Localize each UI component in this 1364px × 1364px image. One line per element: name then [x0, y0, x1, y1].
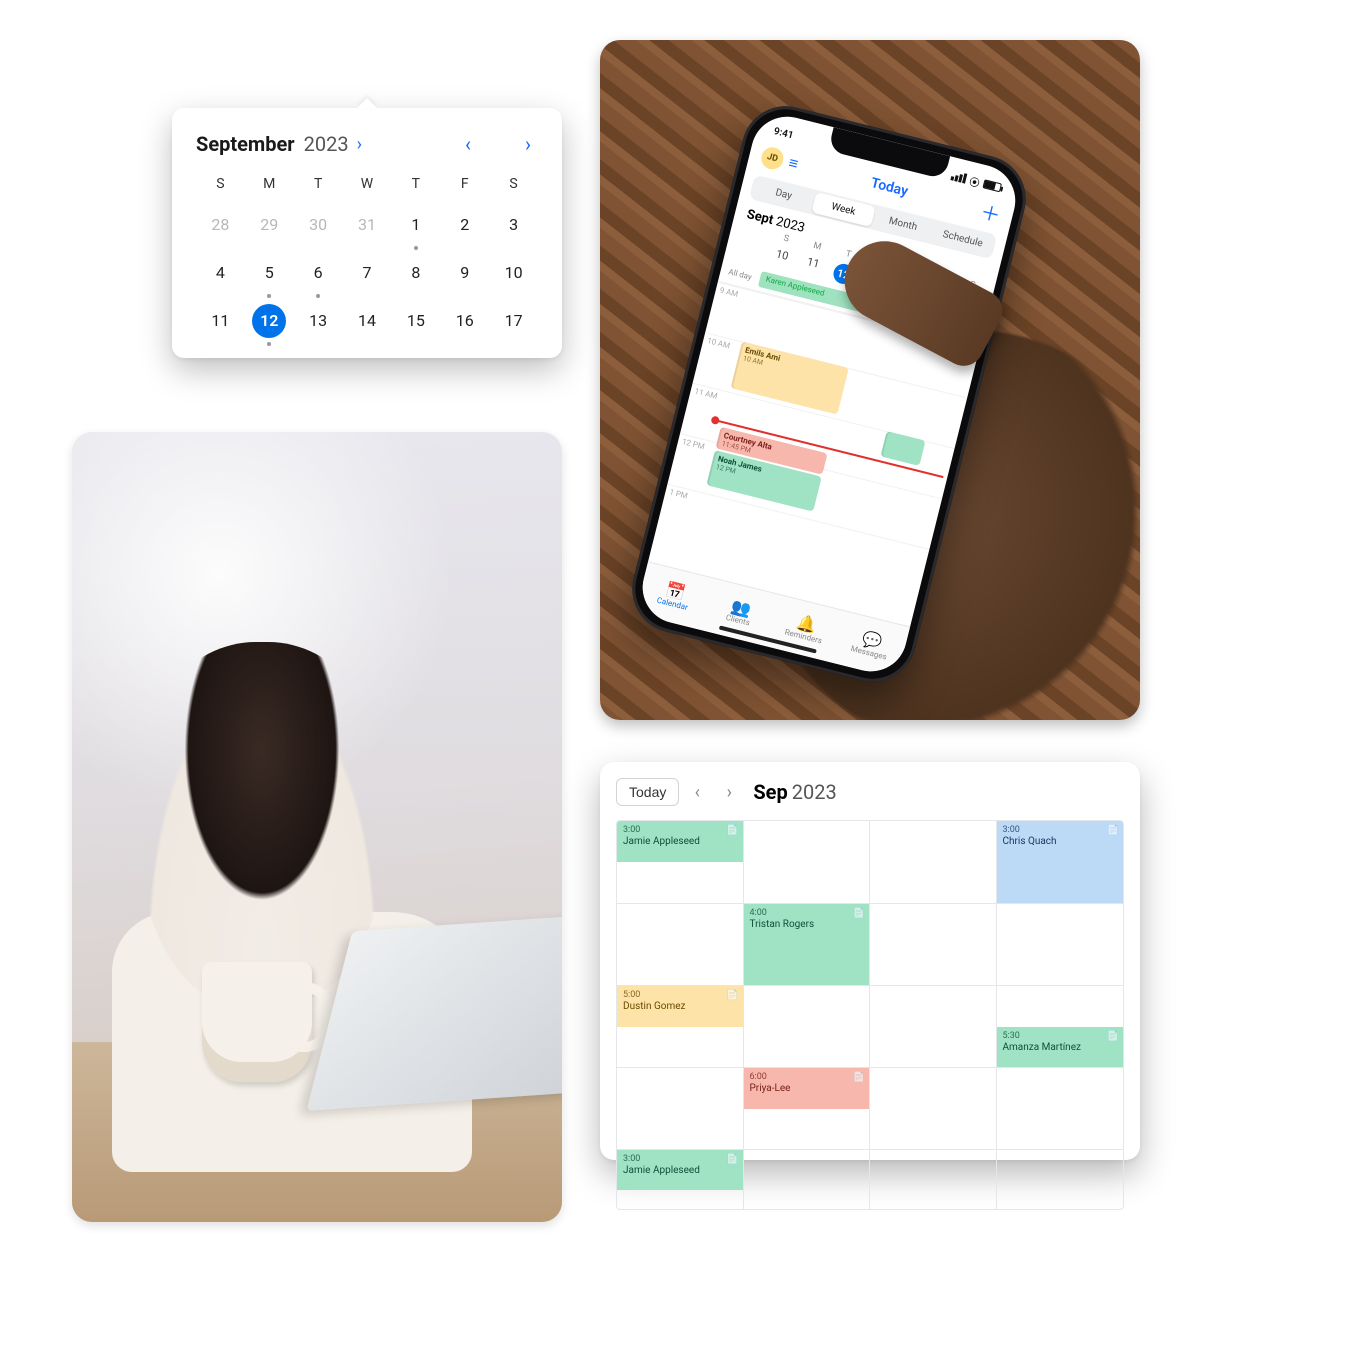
date-cell[interactable]: 29	[245, 210, 294, 240]
today-button[interactable]: Today	[616, 778, 679, 806]
weekview-cell[interactable]	[744, 821, 871, 903]
weekview-cell[interactable]	[617, 903, 744, 985]
calendar-event[interactable]: 6:00Priya-Lee📄	[744, 1068, 870, 1109]
weekview-cell[interactable]: 5:00Dustin Gomez📄	[617, 985, 744, 1067]
signal-icon	[950, 170, 967, 183]
popover-header: September 2023 › ‹ ›	[196, 132, 538, 156]
date-cell[interactable]: 5	[245, 258, 294, 288]
dow-label: M	[245, 176, 294, 192]
weekview-title: Sep2023	[753, 780, 836, 804]
dow-label: S	[196, 176, 245, 192]
weekview-cell[interactable]	[997, 1149, 1124, 1209]
dow-label: S	[489, 176, 538, 192]
date-cell[interactable]: 31	[343, 210, 392, 240]
filter-icon[interactable]: ≡	[787, 152, 801, 174]
tab-messages[interactable]: 💬Messages	[832, 611, 910, 679]
weekview-cell[interactable]	[997, 1067, 1124, 1149]
prev-month-button[interactable]: ‹	[458, 132, 478, 156]
dow-label: W	[343, 176, 392, 192]
weekview-cell[interactable]	[870, 985, 997, 1067]
date-cell[interactable]: 1	[391, 210, 440, 240]
weekview-header: Today ‹ › Sep2023	[616, 778, 1124, 806]
weekview-cell[interactable]	[744, 985, 871, 1067]
calendar-event[interactable]: 5:00Dustin Gomez📄	[617, 986, 743, 1027]
weekview-cell[interactable]: 3:00Jamie Appleseed📄	[617, 821, 744, 903]
weekview-cell[interactable]: 3:00Jamie Appleseed📄	[617, 1149, 744, 1209]
dow-label: F	[440, 176, 489, 192]
weekview-cell[interactable]	[870, 821, 997, 903]
add-button[interactable]: ＋	[978, 196, 1004, 229]
weekview-card: Today ‹ › Sep2023 3:00Jamie Appleseed📄 3:…	[600, 762, 1140, 1160]
tab-clients[interactable]: 👥Clients	[701, 579, 779, 647]
status-time: 9:41	[773, 126, 795, 141]
date-cell[interactable]: 4	[196, 258, 245, 288]
weekview-cell[interactable]	[870, 903, 997, 985]
date-cell[interactable]: 8	[391, 258, 440, 288]
calendar-event[interactable]: Emils Ami10 AM	[731, 341, 849, 414]
date-cell[interactable]: 12	[245, 306, 294, 336]
date-grid: 282930311234567891011121314151617	[196, 210, 538, 336]
calendar-event[interactable]: 4:00Tristan Rogers📄	[744, 904, 870, 985]
month-popover: September 2023 › ‹ › SMTWTFS 28293031123…	[172, 108, 562, 358]
weekview-cell[interactable]	[997, 903, 1124, 985]
day-of-week-row: SMTWTFS	[196, 176, 538, 192]
calendar-event[interactable]: 3:00Jamie Appleseed📄	[617, 1150, 743, 1190]
popover-title[interactable]: September 2023	[196, 132, 349, 156]
calendar-event[interactable]: 5:30Amanza Martínez📄	[997, 1027, 1124, 1068]
dow-label: T	[294, 176, 343, 192]
dow-label: T	[391, 176, 440, 192]
weekview-cell[interactable]	[870, 1067, 997, 1149]
date-cell[interactable]: 9	[440, 258, 489, 288]
date-cell[interactable]: 16	[440, 306, 489, 336]
date-cell[interactable]: 30	[294, 210, 343, 240]
weekview-cell[interactable]	[870, 1149, 997, 1209]
chevron-right-icon[interactable]: ›	[357, 134, 362, 155]
photo-person-laptop	[72, 432, 562, 1222]
avatar[interactable]: JD	[759, 144, 786, 171]
popover-nav: ‹ ›	[458, 132, 538, 156]
date-cell[interactable]: 11	[196, 306, 245, 336]
popover-year: 2023	[304, 132, 349, 156]
popover-month: September	[196, 132, 295, 156]
date-cell[interactable]: 13	[294, 306, 343, 336]
weekview-cell[interactable]: 6:00Priya-Lee📄	[744, 1067, 871, 1149]
calendar-event[interactable]	[880, 431, 925, 466]
wifi-icon: ⦿	[968, 172, 981, 189]
weekview-cell[interactable]: 3:00Chris Quach📄	[997, 821, 1124, 903]
date-cell[interactable]: 6	[294, 258, 343, 288]
weekview-cell[interactable]	[744, 1149, 871, 1209]
date-cell[interactable]: 15	[391, 306, 440, 336]
photo-phone-in-hand: 9:41 ⦿ JD ≡ Today ＋ DayWeekMonthSchedule…	[600, 40, 1140, 720]
weekview-cell[interactable]	[617, 1067, 744, 1149]
date-cell[interactable]: 28	[196, 210, 245, 240]
date-cell[interactable]: 10	[489, 258, 538, 288]
next-week-button[interactable]: ›	[715, 782, 743, 803]
prev-week-button[interactable]: ‹	[683, 782, 711, 803]
weekview-cell[interactable]: 4:00Tristan Rogers📄	[744, 903, 871, 985]
weekview-grid: 3:00Jamie Appleseed📄 3:00Chris Quach📄 4:00…	[616, 820, 1124, 1210]
date-cell[interactable]: 3	[489, 210, 538, 240]
date-cell[interactable]: 2	[440, 210, 489, 240]
battery-icon	[983, 179, 1003, 192]
calendar-event[interactable]: 3:00Chris Quach📄	[997, 821, 1124, 903]
weekview-cell[interactable]: 5:30Amanza Martínez📄	[997, 985, 1124, 1067]
date-cell[interactable]: 7	[343, 258, 392, 288]
date-cell[interactable]: 17	[489, 306, 538, 336]
tab-reminders[interactable]: 🔔Reminders	[766, 595, 844, 663]
calendar-event[interactable]: 3:00Jamie Appleseed📄	[617, 821, 743, 862]
next-month-button[interactable]: ›	[518, 132, 538, 156]
tab-calendar[interactable]: 📅Calendar	[635, 562, 713, 630]
date-cell[interactable]: 14	[343, 306, 392, 336]
